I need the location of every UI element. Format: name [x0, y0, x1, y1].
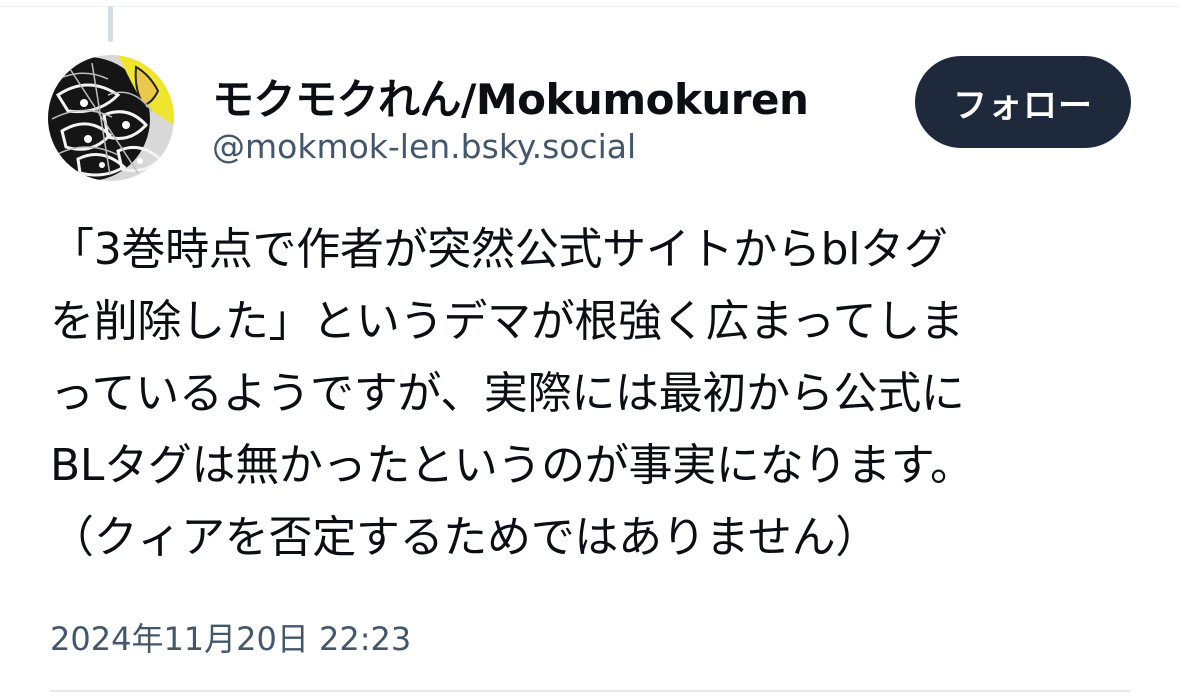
author-handle[interactable]: @mokmok-len.bsky.social	[212, 127, 636, 166]
post-text-line: っているようですが、実際には最初から公式に	[50, 368, 965, 419]
author-display-name[interactable]: モクモクれん/Mokumokuren	[212, 66, 809, 127]
post-text-line: （クィアを否定するためではありません）	[50, 512, 879, 563]
post-thread-view: モクモクれん/Mokumokuren @mokmok-len.bsky.soci…	[0, 0, 1179, 699]
post-text-line: を削除した」というデマが根強く広まってしま	[50, 296, 964, 347]
post-text: 「3巻時点で作者が突然公式サイトからblタグ を削除した」というデマが根強く広ま…	[50, 214, 1150, 574]
top-divider	[0, 6, 1179, 7]
post-text-line: BLタグは無かったというのが事実になります。	[50, 440, 974, 491]
thread-connector-line	[108, 6, 113, 42]
follow-button[interactable]: フォロー	[915, 56, 1131, 148]
post-timestamp[interactable]: 2024年11月20日 22:23	[50, 614, 411, 660]
avatar-image-icon	[48, 55, 174, 181]
post-text-line: 「3巻時点で作者が突然公式サイトからblタグ	[50, 224, 948, 275]
bottom-divider	[50, 690, 1130, 692]
author-avatar[interactable]	[48, 55, 174, 181]
